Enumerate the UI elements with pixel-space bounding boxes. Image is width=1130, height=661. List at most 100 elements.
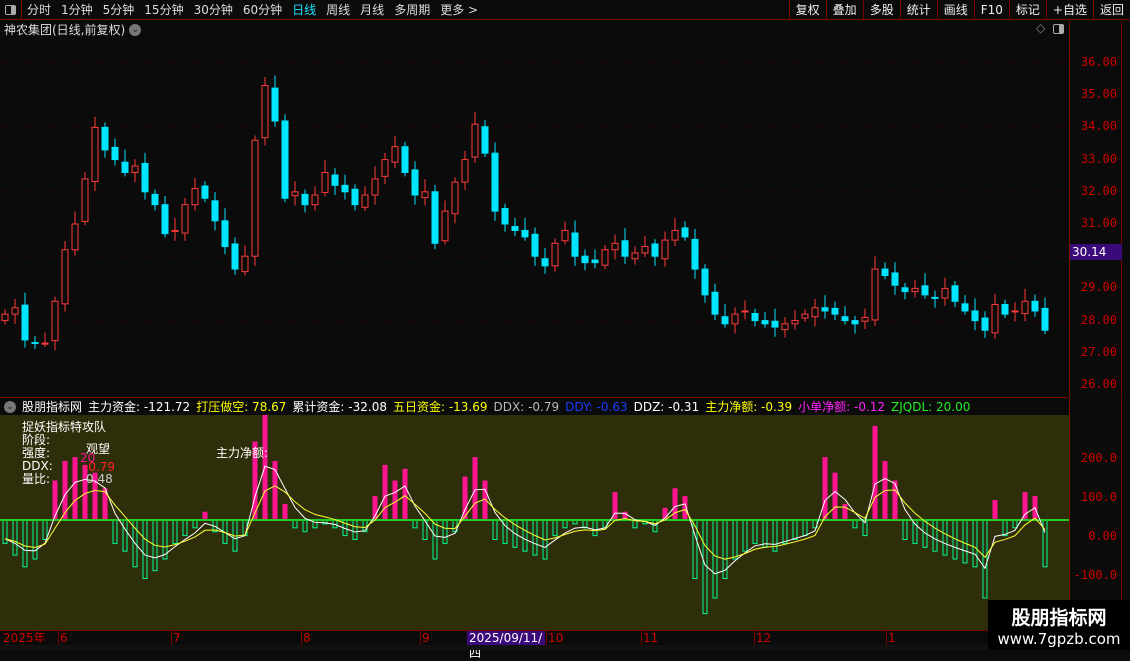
chevron-down-icon[interactable]: ⌄: [4, 400, 16, 413]
stock-title: 神农集团(日线,前复权): [4, 23, 126, 37]
candle-body: [581, 255, 589, 264]
price-tick: 27.00: [1080, 344, 1117, 359]
restore-rights-button[interactable]: 复权: [788, 0, 826, 20]
period-tab-daily[interactable]: 日线: [287, 1, 321, 18]
more-periods-button[interactable]: 更多 >: [435, 1, 483, 18]
multi-stock-button[interactable]: 多股: [862, 0, 900, 20]
period-tab[interactable]: 15分钟: [139, 1, 188, 18]
histogram-bar: [592, 519, 598, 537]
candle: [101, 122, 109, 158]
candle: [891, 262, 899, 295]
period-tab[interactable]: 多周期: [389, 1, 435, 18]
candle-body: [291, 191, 299, 197]
period-tab[interactable]: 30分钟: [189, 1, 238, 18]
back-button[interactable]: 返回: [1092, 0, 1130, 20]
indicator-value: DDZ: -0.31: [633, 399, 700, 414]
period-tab[interactable]: 1分钟: [56, 1, 98, 18]
period-tab[interactable]: 月线: [355, 1, 389, 18]
histogram-bar: [392, 480, 398, 521]
candle-body: [281, 120, 289, 199]
candle: [571, 220, 579, 266]
candle-body: [701, 268, 709, 296]
candle-body: [461, 159, 469, 183]
candle: [561, 221, 569, 245]
candle-body: [721, 316, 729, 325]
candle-body: [821, 307, 829, 312]
candle-body: [1041, 307, 1049, 331]
candle: [221, 208, 229, 255]
candle: [191, 177, 199, 211]
histogram-bar: [852, 519, 858, 529]
candle: [911, 279, 919, 298]
candle: [581, 249, 589, 271]
price-tick: 32.00: [1080, 183, 1117, 198]
indicator-axis: 200.0 100.0 0.00 -100.0: [1069, 398, 1122, 630]
candle-body: [961, 303, 969, 312]
chart-title: 神农集团(日线,前复权) ⌄: [4, 21, 142, 38]
candle: [311, 186, 319, 211]
period-tab[interactable]: 周线: [321, 1, 355, 18]
date-label: 10: [546, 631, 564, 646]
histogram-bar: [712, 519, 718, 599]
candle-body: [41, 342, 49, 345]
period-tab[interactable]: 分时: [22, 1, 56, 18]
candle-body: [791, 320, 799, 325]
candle-body: [71, 223, 79, 251]
candle: [341, 174, 349, 200]
candle-body: [181, 204, 189, 234]
draw-line-button[interactable]: 画线: [936, 0, 974, 20]
right-sidebar: [1122, 21, 1130, 630]
volume-ratio-value: 0.48: [86, 472, 113, 486]
price-tick: 36.00: [1080, 55, 1117, 69]
candle-body: [271, 87, 279, 122]
panel-icon: [5, 4, 16, 15]
candle-body: [781, 323, 789, 331]
histogram-bar: [762, 519, 768, 548]
overlay-button[interactable]: 叠加: [825, 0, 863, 20]
mark-button[interactable]: 标记: [1008, 0, 1046, 20]
candle: [671, 217, 679, 246]
candle-body: [31, 341, 39, 344]
candle-body: [321, 171, 329, 193]
add-watchlist-button[interactable]: +自选: [1045, 0, 1093, 20]
histogram-bar: [962, 519, 968, 564]
candle-body: [631, 252, 639, 260]
candle: [71, 211, 79, 256]
statistics-button[interactable]: 统计: [899, 0, 937, 20]
candle-body: [831, 307, 839, 315]
diamond-icon[interactable]: ◇: [1036, 21, 1045, 35]
candle-body: [861, 316, 869, 322]
date-cursor-label: 2025/09/11/四: [467, 631, 545, 660]
candle: [1031, 294, 1039, 317]
candle-body: [941, 287, 949, 299]
f10-button[interactable]: F10: [973, 0, 1009, 20]
candle-body: [201, 185, 209, 199]
indicator-value: 主力资金: -121.72: [88, 400, 191, 414]
candle-body: [1011, 310, 1019, 313]
candle-body: [1, 313, 9, 322]
candle: [411, 161, 419, 205]
candle: [381, 152, 389, 185]
watermark-url: www.7gpzb.com: [997, 630, 1121, 648]
chevron-down-icon[interactable]: ⌄: [129, 23, 142, 36]
histogram-bar: [302, 519, 308, 533]
candle: [501, 203, 509, 232]
toolbar: 分时 1分钟 5分钟 15分钟 30分钟 60分钟 日线 周线 月线 多周期 更…: [0, 0, 1130, 20]
period-tab[interactable]: 5分钟: [98, 1, 140, 18]
candle: [31, 335, 39, 349]
candle: [41, 332, 49, 348]
candle-body: [531, 233, 539, 257]
candle-body: [351, 188, 359, 206]
period-tab[interactable]: 60分钟: [238, 1, 287, 18]
candlestick-chart[interactable]: [0, 37, 1069, 395]
candle-body: [671, 229, 679, 241]
candle: [621, 228, 629, 264]
indicator-value: 累计资金: -32.08: [292, 400, 387, 414]
histogram-bar: [752, 519, 758, 544]
candle: [651, 239, 659, 266]
histogram-bar: [792, 519, 798, 540]
panel-icon[interactable]: [1053, 24, 1064, 34]
histogram-bar: [522, 519, 528, 552]
panel-toggle-button[interactable]: [0, 0, 22, 20]
indicator-panel[interactable]: 捉妖指标特攻队 阶段: 强度: DDX: 量比: 观望 20 -0.79 0.4…: [0, 415, 1069, 630]
